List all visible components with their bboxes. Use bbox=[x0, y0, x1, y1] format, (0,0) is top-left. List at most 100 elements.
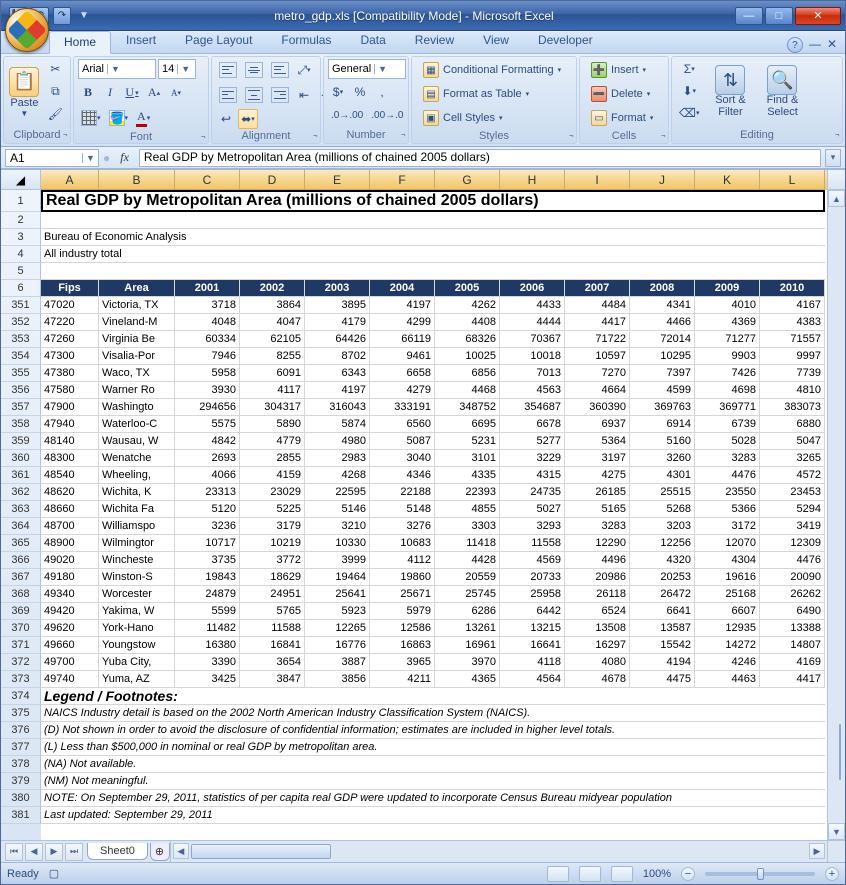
cell[interactable]: 19464 bbox=[305, 569, 370, 586]
cell[interactable]: 10219 bbox=[240, 535, 305, 552]
cell[interactable]: 4346 bbox=[370, 467, 435, 484]
row-head[interactable]: 377 bbox=[1, 739, 41, 756]
clear-button[interactable]: ⌫▾ bbox=[676, 103, 702, 123]
cell[interactable]: Vineland-M bbox=[99, 314, 175, 331]
increase-decimal-button[interactable]: .0→.00 bbox=[328, 105, 366, 125]
cell[interactable]: 26262 bbox=[760, 586, 825, 603]
zoom-in-button[interactable]: + bbox=[825, 867, 839, 881]
cell[interactable]: 16961 bbox=[435, 637, 500, 654]
cell[interactable]: 4496 bbox=[565, 552, 630, 569]
cell[interactable]: 4466 bbox=[630, 314, 695, 331]
cell[interactable]: 2008 bbox=[630, 280, 695, 297]
cell[interactable]: 48660 bbox=[41, 501, 99, 518]
row-head[interactable]: 361 bbox=[1, 467, 41, 484]
tab-page-layout[interactable]: Page Layout bbox=[171, 30, 266, 53]
cell[interactable]: 2002 bbox=[240, 280, 305, 297]
cell[interactable]: 5958 bbox=[175, 365, 240, 382]
cell[interactable]: 4842 bbox=[175, 433, 240, 450]
cell[interactable]: 49620 bbox=[41, 620, 99, 637]
cell[interactable]: 72014 bbox=[630, 331, 695, 348]
cell[interactable]: 2004 bbox=[370, 280, 435, 297]
cell[interactable]: 25671 bbox=[370, 586, 435, 603]
cell[interactable]: 4010 bbox=[695, 297, 760, 314]
cell[interactable]: 5120 bbox=[175, 501, 240, 518]
cell[interactable]: 3419 bbox=[760, 518, 825, 535]
format-painter-button[interactable]: 🖌 bbox=[45, 104, 66, 124]
cell[interactable]: Wichita, K bbox=[99, 484, 175, 501]
cell[interactable]: 6937 bbox=[565, 416, 630, 433]
accounting-format-button[interactable]: $▾ bbox=[328, 82, 348, 102]
col-head-A[interactable]: A bbox=[41, 170, 99, 190]
cell[interactable]: 4167 bbox=[760, 297, 825, 314]
cell[interactable]: 3303 bbox=[435, 518, 500, 535]
cell[interactable]: 47940 bbox=[41, 416, 99, 433]
cell[interactable]: 64426 bbox=[305, 331, 370, 348]
cell[interactable]: 24951 bbox=[240, 586, 305, 603]
page-layout-view-button[interactable] bbox=[579, 866, 601, 882]
tab-nav-last[interactable]: ⏭ bbox=[65, 843, 83, 861]
cell[interactable]: 3276 bbox=[370, 518, 435, 535]
cell[interactable]: Yuba City, bbox=[99, 654, 175, 671]
cell[interactable]: 25515 bbox=[630, 484, 695, 501]
scroll-left-button[interactable]: ◀ bbox=[173, 843, 189, 859]
cell[interactable]: 348752 bbox=[435, 399, 500, 416]
ribbon-minimize-icon[interactable]: — bbox=[809, 37, 821, 53]
cell[interactable]: NOTE: On September 29, 2011, statistics … bbox=[41, 790, 825, 807]
row-head[interactable]: 356 bbox=[1, 382, 41, 399]
cell[interactable]: Wheeling, bbox=[99, 467, 175, 484]
cut-button[interactable]: ✂ bbox=[45, 59, 66, 79]
row-head[interactable]: 381 bbox=[1, 807, 41, 824]
cell[interactable]: Winston-S bbox=[99, 569, 175, 586]
tab-developer[interactable]: Developer bbox=[524, 30, 607, 53]
cell[interactable]: 4468 bbox=[435, 382, 500, 399]
cell[interactable]: 4476 bbox=[760, 552, 825, 569]
cell[interactable]: 16841 bbox=[240, 637, 305, 654]
cell[interactable]: 333191 bbox=[370, 399, 435, 416]
cell[interactable]: 3260 bbox=[630, 450, 695, 467]
cell[interactable]: 20986 bbox=[565, 569, 630, 586]
cell[interactable]: All industry total bbox=[41, 246, 825, 263]
cell[interactable]: 5294 bbox=[760, 501, 825, 518]
cell[interactable]: 4112 bbox=[370, 552, 435, 569]
cell[interactable]: 12070 bbox=[695, 535, 760, 552]
row-head[interactable]: 368 bbox=[1, 586, 41, 603]
cell[interactable]: 5160 bbox=[630, 433, 695, 450]
cell[interactable]: Washingto bbox=[99, 399, 175, 416]
cell[interactable]: 68326 bbox=[435, 331, 500, 348]
cell[interactable]: 10025 bbox=[435, 348, 500, 365]
cell[interactable]: 3425 bbox=[175, 671, 240, 688]
cell[interactable]: NAICS Industry detail is based on the 20… bbox=[41, 705, 825, 722]
cell[interactable]: 25168 bbox=[695, 586, 760, 603]
cell[interactable]: 23550 bbox=[695, 484, 760, 501]
cell[interactable]: 26118 bbox=[565, 586, 630, 603]
align-left-button[interactable] bbox=[216, 84, 240, 106]
cell[interactable]: 4569 bbox=[500, 552, 565, 569]
cell[interactable]: 4080 bbox=[565, 654, 630, 671]
delete-cells-button[interactable]: ➖Delete▾ bbox=[584, 83, 657, 105]
cell[interactable]: Williamspo bbox=[99, 518, 175, 535]
cell[interactable]: 4301 bbox=[630, 467, 695, 484]
scroll-right-button[interactable]: ▶ bbox=[809, 843, 825, 859]
tab-home[interactable]: Home bbox=[49, 31, 111, 54]
tab-data[interactable]: Data bbox=[346, 30, 399, 53]
cell[interactable]: 16863 bbox=[370, 637, 435, 654]
row-head[interactable]: 369 bbox=[1, 603, 41, 620]
cell[interactable]: 5231 bbox=[435, 433, 500, 450]
cell[interactable]: 4572 bbox=[760, 467, 825, 484]
cell[interactable]: 49180 bbox=[41, 569, 99, 586]
qat-dropdown-icon[interactable]: ▼ bbox=[75, 7, 93, 25]
cell[interactable]: 316043 bbox=[305, 399, 370, 416]
cell[interactable]: 4262 bbox=[435, 297, 500, 314]
cell[interactable]: 304317 bbox=[240, 399, 305, 416]
row-head[interactable]: 358 bbox=[1, 416, 41, 433]
row-head[interactable]: 351 bbox=[1, 297, 41, 314]
zoom-out-button[interactable]: − bbox=[681, 867, 695, 881]
cell[interactable]: 5087 bbox=[370, 433, 435, 450]
cell[interactable]: 4444 bbox=[500, 314, 565, 331]
cell[interactable]: 4279 bbox=[370, 382, 435, 399]
cell[interactable]: 4855 bbox=[435, 501, 500, 518]
cell[interactable]: 12586 bbox=[370, 620, 435, 637]
sort-filter-button[interactable]: ⇅ Sort & Filter bbox=[706, 59, 754, 125]
cell[interactable]: 4197 bbox=[370, 297, 435, 314]
col-head-C[interactable]: C bbox=[175, 170, 240, 190]
